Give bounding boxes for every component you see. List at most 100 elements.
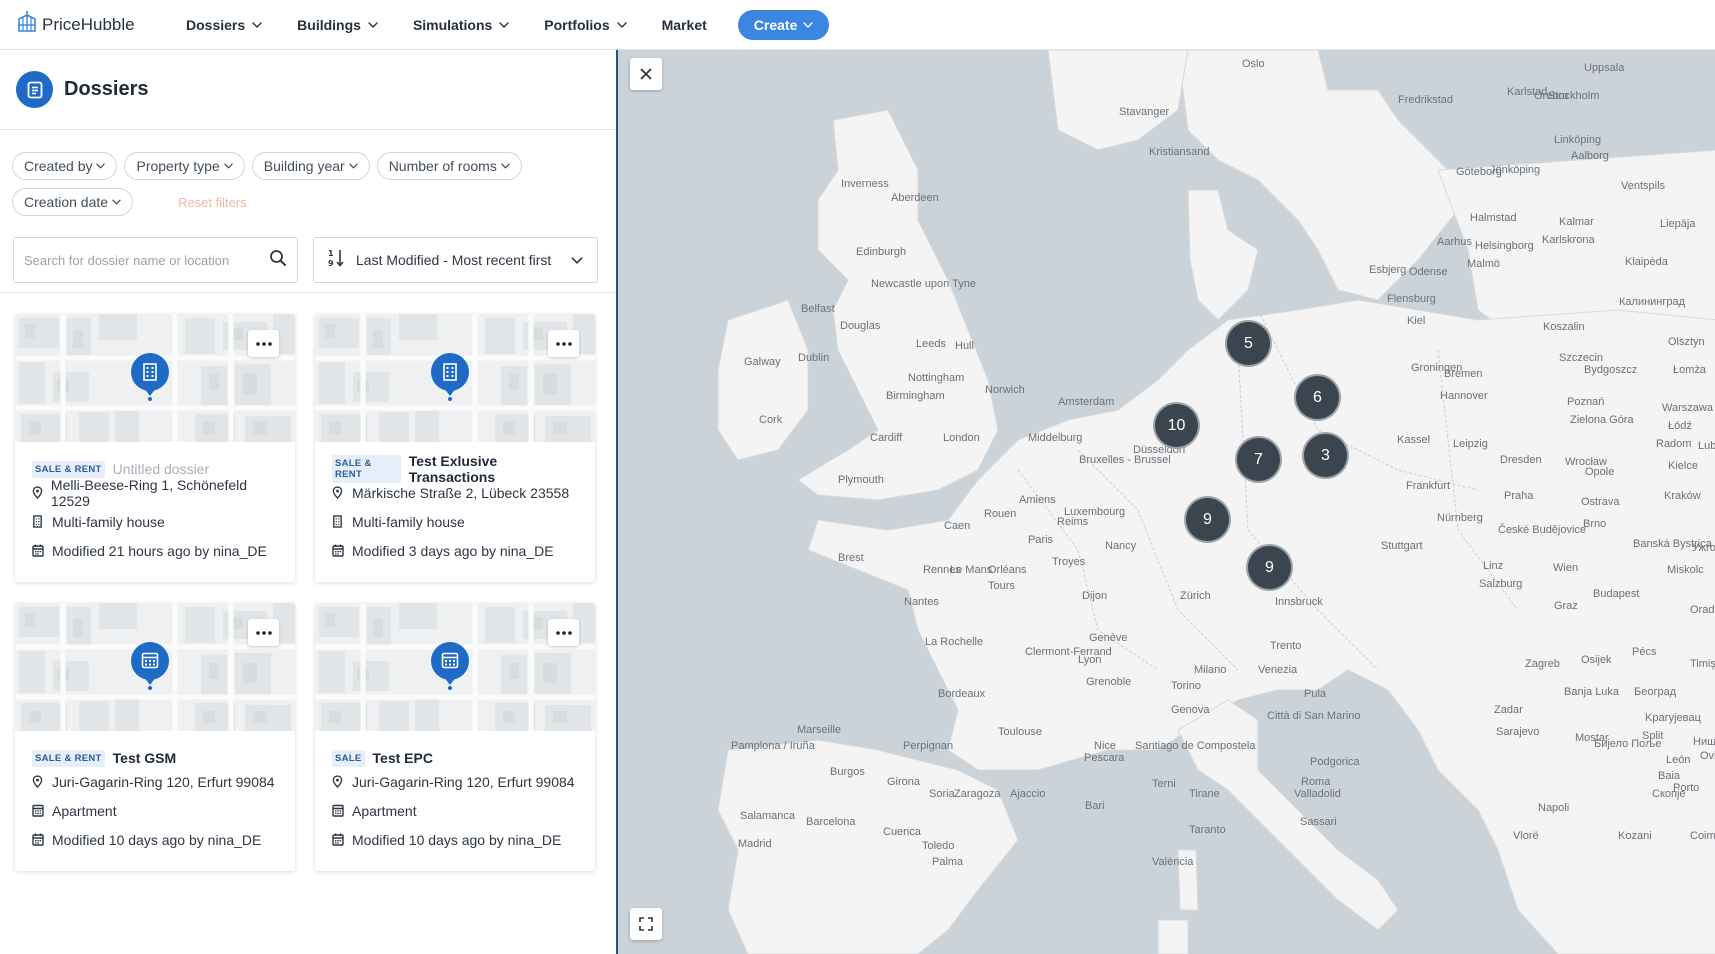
brand-name: PriceHubble — [42, 14, 135, 34]
nav-label: Portfolios — [544, 16, 610, 33]
map-city-label: Zürich — [1180, 590, 1211, 602]
filter-property-type[interactable]: Property type — [124, 152, 245, 180]
map-cluster-marker[interactable]: 9 — [1246, 544, 1293, 591]
map-city-label: León — [1666, 754, 1691, 766]
map-city-label: Zaragoza — [954, 788, 1001, 800]
map-city-label: Douglas — [840, 320, 881, 332]
map-city-label: Vlorë — [1513, 830, 1539, 842]
map-city-label: Newcastle upon Tyne — [871, 278, 976, 290]
map-city-label: Ostrava — [1581, 496, 1620, 508]
map-city-label: Kielce — [1668, 460, 1698, 472]
map-city-label: Aarhus — [1437, 236, 1472, 248]
map-city-label: Kiel — [1407, 315, 1426, 327]
map-city-label: České Budějovice — [1498, 524, 1587, 536]
map-city-label: Milano — [1194, 664, 1227, 676]
map-city-label: Ajaccio — [1010, 788, 1046, 800]
search-icon[interactable] — [269, 249, 287, 272]
map-city-label: Bremen — [1444, 368, 1483, 380]
sort-select[interactable]: 19 Last Modified - Most recent first — [313, 237, 598, 283]
map-city-label: Trento — [1270, 640, 1302, 652]
filter-created-by[interactable]: Created by — [12, 152, 118, 180]
close-map-button[interactable] — [630, 58, 662, 90]
filter-creation-date[interactable]: Creation date — [12, 188, 134, 216]
map-city-label: Toledo — [922, 840, 955, 852]
nav-dossiers[interactable]: Dossiers — [186, 17, 262, 33]
map-city-label: Poznań — [1567, 396, 1605, 408]
map-city-label: Perpignan — [903, 740, 954, 752]
more-icon — [555, 630, 572, 635]
dossier-list-panel: Dossiers Created by Property type Buildi… — [0, 50, 616, 954]
map-city-label: Olsztyn — [1668, 336, 1705, 348]
property-type: Apartment — [352, 802, 417, 819]
page-header: Dossiers — [0, 50, 616, 130]
map-city-label: Venezia — [1258, 664, 1298, 676]
building-icon — [332, 515, 352, 528]
filter-number-of-rooms[interactable]: Number of rooms — [376, 152, 522, 180]
map-city-label: Grenoble — [1086, 676, 1132, 688]
map-cluster-marker[interactable]: 9 — [1184, 496, 1231, 543]
search-input[interactable] — [24, 252, 254, 268]
map-city-label: Osijek — [1581, 654, 1612, 666]
map-view[interactable]: Oslo Uppsala Karlstad Örebro Stockholm Fredri… — [616, 50, 1715, 954]
calendar-icon — [32, 544, 52, 557]
map-city-label: Nottingham — [908, 372, 965, 384]
nav-portfolios[interactable]: Portfolios — [544, 17, 626, 33]
location-pin-icon — [32, 775, 52, 788]
filter-building-year[interactable]: Building year — [251, 152, 370, 180]
chevron-down-icon — [224, 163, 233, 169]
dossier-address: Melli-Beese-Ring 1, Schönefeld 12529 — [50, 476, 248, 509]
map-city-label: Kozani — [1618, 830, 1652, 842]
nav-label: Simulations — [412, 16, 493, 33]
map-city-label: Salzburg — [1479, 578, 1523, 590]
chevron-down-icon — [252, 22, 262, 28]
map-city-label: Linköping — [1554, 134, 1602, 146]
map-city-label: Dresden — [1500, 454, 1542, 466]
chevron-down-icon — [499, 22, 509, 28]
more-options-button[interactable] — [248, 330, 279, 357]
fullscreen-button[interactable] — [630, 908, 662, 940]
apartment-icon — [332, 804, 352, 817]
more-options-button[interactable] — [548, 619, 579, 646]
filter-label: Created by — [24, 158, 93, 174]
nav-label: Dossiers — [186, 16, 246, 33]
reset-filters-button[interactable]: Reset filters — [178, 195, 247, 210]
map-city-label: Opole — [1585, 466, 1615, 478]
map-city-label: Leeds — [916, 338, 946, 350]
map-city-label: Toulouse — [998, 726, 1043, 738]
map-city-label: Porto — [1673, 782, 1700, 794]
map-cluster-marker[interactable]: 7 — [1235, 436, 1282, 483]
nav-market[interactable]: Market — [662, 17, 707, 33]
map-city-label: Kpaгyjeвaц — [1645, 712, 1701, 724]
map-cluster-marker[interactable]: 5 — [1225, 320, 1272, 367]
dossier-card[interactable]: SALE & RENT Test Exlusive Transactions Mä… — [315, 314, 595, 582]
map-cluster-marker[interactable]: 10 — [1153, 402, 1200, 449]
modified-info: Modified 21 hours ago by nina_DE — [52, 542, 267, 559]
more-options-button[interactable] — [248, 619, 279, 646]
map-city-label: Zielona Góra — [1570, 414, 1634, 426]
map-cluster-marker[interactable]: 6 — [1294, 374, 1341, 421]
search-field — [13, 237, 298, 283]
more-options-button[interactable] — [548, 330, 579, 357]
map-city-label: Barcelona — [806, 816, 856, 828]
dossier-card[interactable]: SALE & RENT Test GSM Juri-Gagarin-Ring 12… — [15, 603, 295, 871]
nav-buildings[interactable]: Buildings — [297, 17, 378, 33]
chevron-down-icon — [112, 199, 121, 205]
map-cluster-marker[interactable]: 3 — [1302, 432, 1349, 479]
nav-simulations[interactable]: Simulations — [413, 17, 509, 33]
map-city-label: Orléans — [988, 564, 1027, 576]
dossier-card[interactable]: SALE Test EPC Juri-Gagarin-Ring 120, Erfu… — [315, 603, 595, 871]
logo[interactable]: PriceHubble — [16, 9, 166, 40]
divider — [0, 292, 616, 293]
card-map-thumbnail — [315, 603, 595, 731]
filter-label: Number of rooms — [388, 158, 497, 174]
map-city-label: Praha — [1504, 490, 1534, 502]
create-button[interactable]: Create — [737, 9, 830, 40]
map-city-label: Linz — [1483, 560, 1504, 572]
map-city-label: Frankfurt — [1406, 480, 1451, 492]
map-city-label: Paris — [1028, 534, 1054, 546]
map-city-label: Kraków — [1664, 490, 1701, 502]
svg-text:1: 1 — [328, 249, 334, 258]
dossier-card[interactable]: SALE & RENT Untitled dossier Melli-Beese-… — [15, 314, 295, 582]
map-city-label: Torino — [1171, 680, 1201, 692]
map-city-label: Ужгород — [1692, 542, 1715, 554]
